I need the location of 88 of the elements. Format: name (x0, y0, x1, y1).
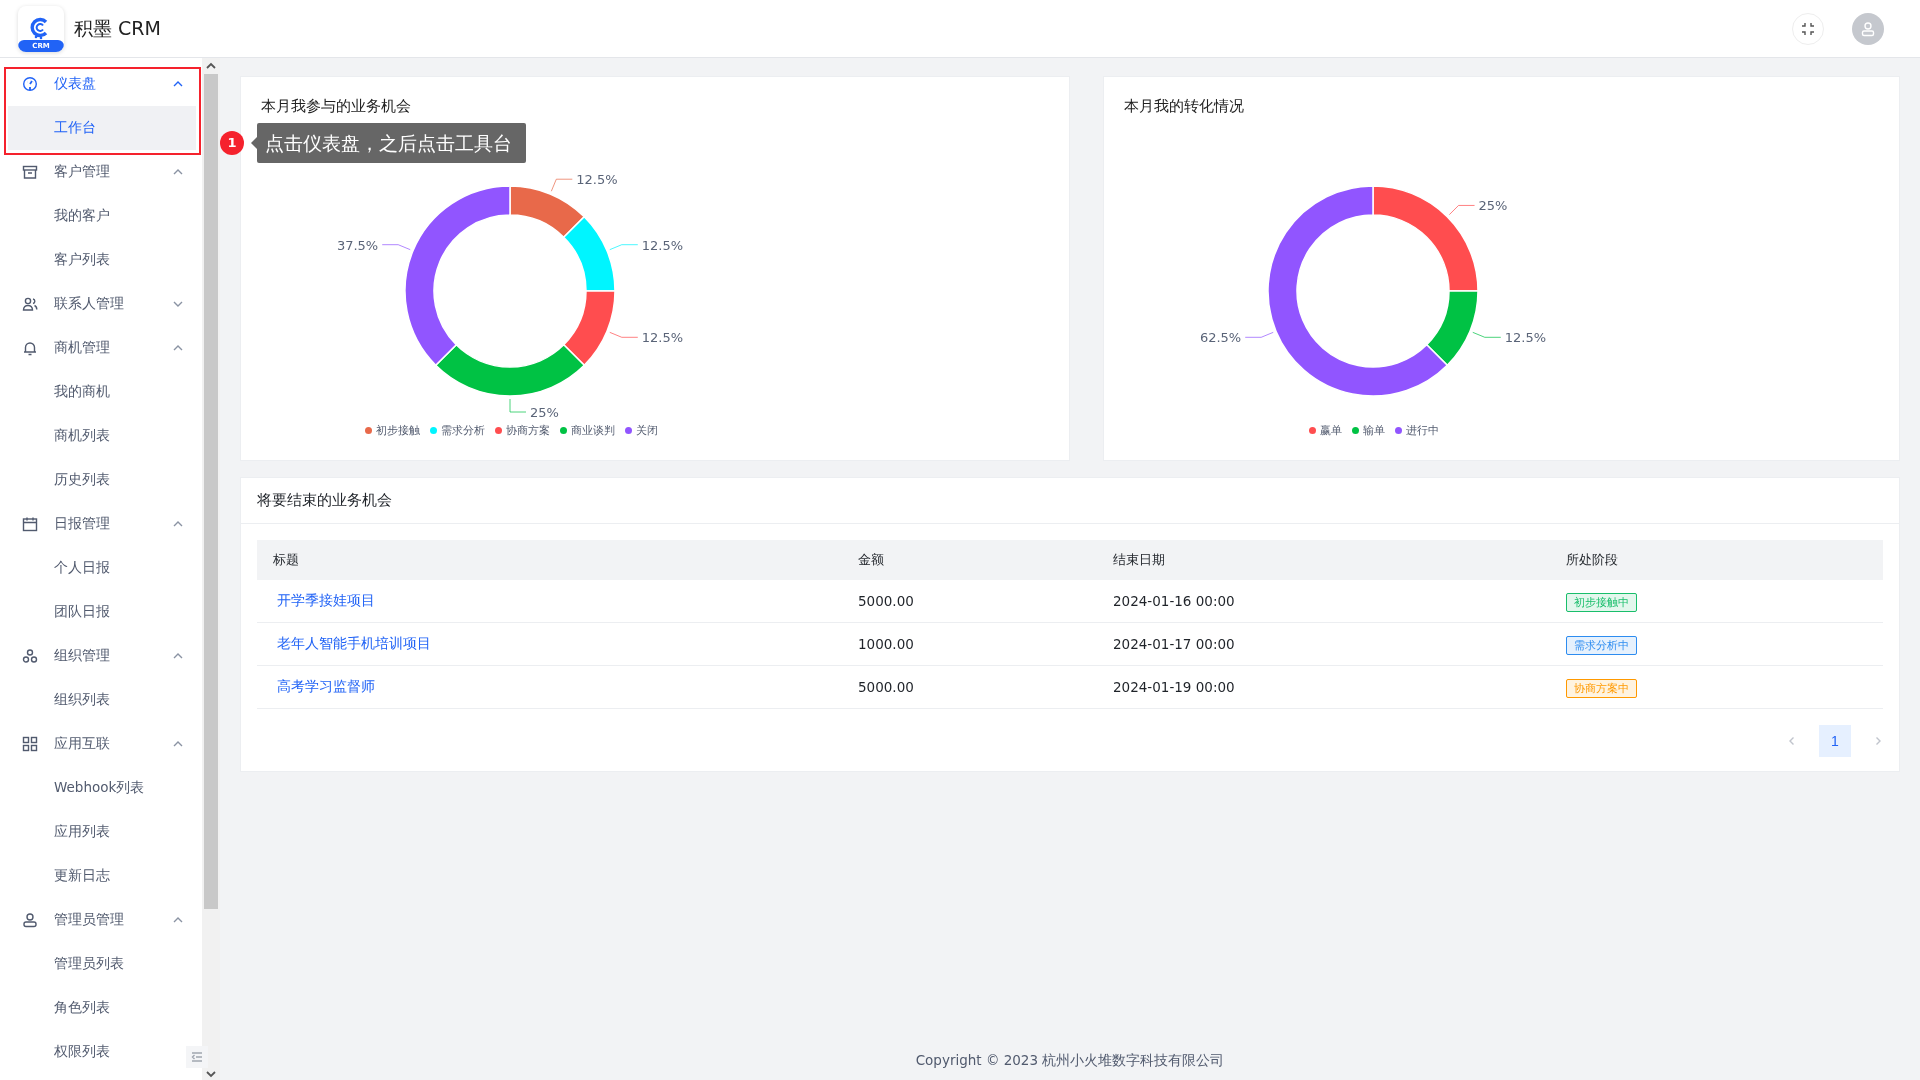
legend-item[interactable]: 关闭 (624, 423, 658, 438)
title-link[interactable]: 开学季接娃项目 (257, 592, 842, 610)
legend-item[interactable]: 赢单 (1309, 423, 1342, 438)
table-cell-text: 5000.00 (857, 593, 915, 609)
table-cell-text: 2024-01-16 00:00 (1112, 593, 1236, 609)
column-header: 金额 (857, 551, 885, 569)
leader-line (509, 398, 527, 413)
value-label: 12.5% (641, 237, 684, 253)
title-link[interactable]: 老年人智能手机培训项目 (257, 635, 842, 653)
menu-item[interactable]: Webhook列表 (8, 766, 162, 810)
chart-title: 本月我的转化情况 (1124, 97, 1245, 116)
menu-item[interactable]: 团队日报 (8, 590, 162, 634)
next-page-icon (1873, 736, 1883, 746)
value-label: 12.5% (1504, 330, 1547, 346)
menu-item[interactable]: 客户列表 (8, 238, 162, 282)
legend-item[interactable]: 初步接触 (364, 423, 420, 438)
menu-item[interactable]: 角色列表 (8, 986, 162, 1030)
leader-line (1244, 331, 1274, 338)
stage-tag: 初步接触中 (1566, 592, 1637, 612)
guide-tooltip: 点击仪表盘，之后点击工具台 (257, 123, 526, 163)
value-label: 12.5% (641, 330, 684, 346)
title-link[interactable]: 高考学习监督师 (257, 678, 842, 696)
value-label: 25% (1478, 198, 1508, 214)
menu-group[interactable]: 联系人管理 (0, 282, 202, 326)
menu-item[interactable]: 商机列表 (8, 414, 162, 458)
column-header: 结束日期 (1112, 551, 1166, 569)
menu-item[interactable]: 历史列表 (8, 458, 162, 502)
column-header: 所处阶段 (1565, 551, 1619, 569)
menu-group[interactable]: 商机管理 (0, 326, 202, 370)
legend-item[interactable]: 进行中 (1395, 423, 1439, 438)
stage-tag: 协商方案中 (1566, 678, 1637, 698)
menu-item[interactable]: 组织列表 (8, 678, 162, 722)
menu-group[interactable]: 组织管理 (0, 634, 202, 678)
chart-title: 本月我参与的业务机会 (261, 97, 412, 116)
legend-item[interactable]: 输单 (1352, 423, 1385, 438)
copyright-text: Copyright © 2023 杭州小火堆数字科技有限公司 (914, 1052, 1226, 1070)
legend-item[interactable]: 协商方案 (494, 423, 550, 438)
table-title: 将要结束的业务机会 (241, 478, 1899, 524)
leader-line (1448, 204, 1476, 216)
menu-group[interactable]: 客户管理 (0, 150, 202, 194)
leader-line (550, 178, 573, 192)
legend-item[interactable]: 需求分析 (429, 423, 485, 438)
value-label: 25% (530, 405, 559, 420)
menu-item[interactable]: 权限列表 (8, 1030, 162, 1074)
calendar-icon (22, 516, 38, 532)
menu-group[interactable]: 管理员管理 (0, 898, 202, 942)
bell-icon (22, 340, 38, 356)
leader-line (609, 331, 639, 338)
column-header: 标题 (272, 551, 300, 569)
menu-item[interactable]: 我的客户 (8, 194, 162, 238)
person-icon (1860, 20, 1876, 37)
step-badge: 1 (220, 131, 244, 155)
fullscreen-button[interactable] (1792, 12, 1824, 45)
legend-item[interactable]: 商业谈判 (559, 423, 615, 438)
leader-line (1472, 331, 1502, 338)
gauge-icon (22, 76, 38, 92)
menu-item[interactable]: 我的商机 (8, 370, 162, 414)
scroll-down-icon[interactable] (206, 1070, 216, 1078)
leader-line (609, 244, 639, 251)
table-cell-text: 2024-01-17 00:00 (1112, 636, 1236, 652)
collapse-icon (1801, 21, 1815, 36)
app-name: 积墨 CRM (74, 15, 161, 41)
stage-tag: 需求分析中 (1566, 635, 1637, 655)
table-cell-text: 1000.00 (857, 636, 915, 652)
table-cell-text: 5000.00 (857, 679, 915, 695)
leader-line (381, 244, 411, 251)
archive-icon (22, 164, 38, 180)
menu-item[interactable]: 应用列表 (8, 810, 162, 854)
indent-icon (191, 1052, 203, 1062)
value-label: 62.5% (1199, 330, 1242, 346)
people-icon (22, 296, 38, 312)
prev-page-icon (1787, 736, 1797, 746)
scroll-up-icon[interactable] (206, 62, 216, 70)
user-icon (22, 912, 38, 928)
value-label: 37.5% (336, 237, 379, 253)
value-label: 12.5% (576, 172, 618, 188)
scrollbar[interactable] (202, 58, 220, 1080)
menu-item[interactable]: 个人日报 (8, 546, 162, 590)
menu-item[interactable]: 更新日志 (8, 854, 162, 898)
table-cell-text: 2024-01-19 00:00 (1112, 679, 1236, 695)
menu-item[interactable]: 管理员列表 (8, 942, 162, 986)
menu-group[interactable]: 仪表盘 (0, 62, 202, 106)
menu-item[interactable]: 工作台 (8, 106, 196, 150)
circles-icon (22, 648, 38, 664)
grid-icon (22, 736, 38, 752)
menu-group[interactable]: 应用互联 (0, 722, 202, 766)
page-button[interactable]: 1 (1819, 725, 1851, 757)
menu-group[interactable]: 日报管理 (0, 502, 202, 546)
